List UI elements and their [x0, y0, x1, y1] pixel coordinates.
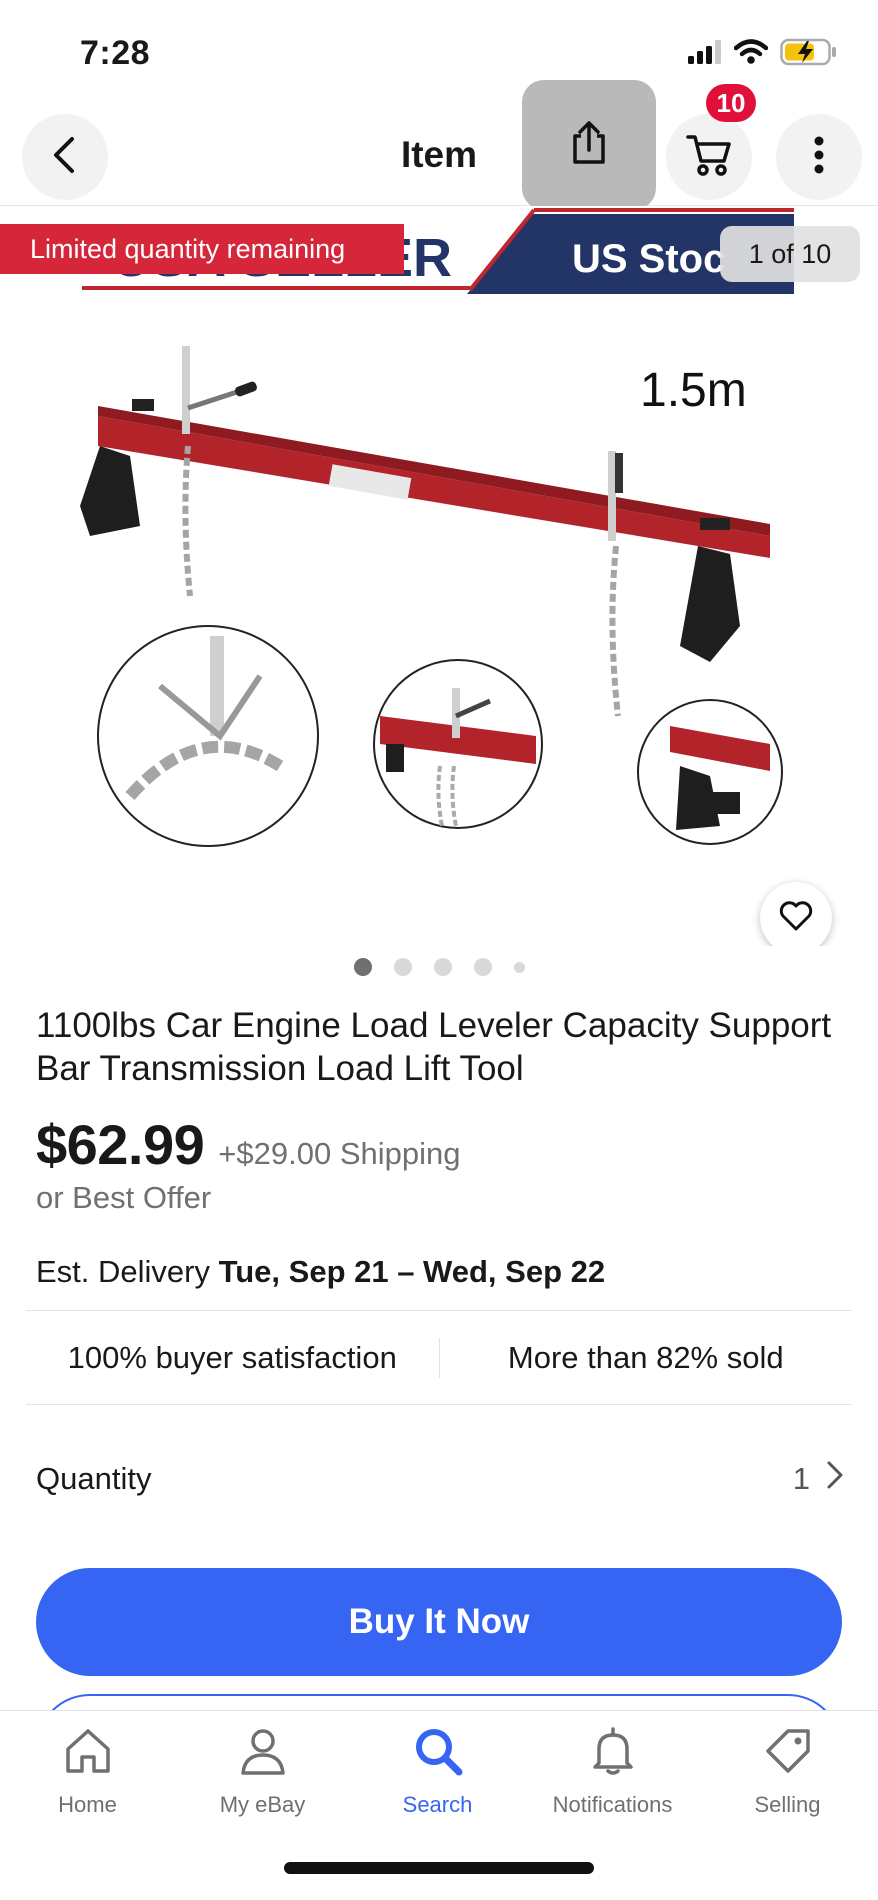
banner-text: US Stoc [572, 237, 725, 281]
cart-button[interactable] [666, 114, 752, 200]
price-row: $62.99 +$29.00 Shipping [36, 1112, 460, 1177]
dimension-label: 1.5m [640, 364, 747, 417]
tab-home[interactable]: Home [0, 1725, 175, 1818]
seller-stats: 100% buyer satisfaction More than 82% so… [26, 1312, 852, 1404]
more-options-button[interactable] [776, 114, 862, 200]
tab-notifications[interactable]: Notifications [525, 1725, 700, 1818]
image-counter: 1 of 10 [720, 226, 860, 282]
item-price: $62.99 [36, 1113, 205, 1176]
carousel-dot[interactable] [433, 958, 452, 976]
status-icons [688, 38, 838, 71]
search-icon [412, 1725, 464, 1782]
carousel-dot[interactable] [353, 958, 372, 976]
share-button[interactable] [522, 80, 656, 210]
more-icon [813, 136, 825, 179]
carousel-dot[interactable] [393, 958, 412, 976]
cart-count-badge: 10 [706, 84, 756, 122]
delivery-dates: Tue, Sep 21 – Wed, Sep 22 [218, 1254, 606, 1289]
stat-buyer-satisfaction: 100% buyer satisfaction [67, 1340, 397, 1375]
status-bar: 7:28 [0, 0, 878, 100]
carousel-dot[interactable] [513, 961, 525, 973]
wifi-icon [733, 39, 769, 70]
tab-selling[interactable]: Selling [700, 1725, 875, 1818]
tab-label: Selling [754, 1792, 821, 1817]
status-time: 7:28 [80, 34, 151, 72]
person-icon [237, 1725, 289, 1782]
limited-quantity-badge: Limited quantity remaining [0, 224, 404, 274]
quantity-selector[interactable]: Quantity 1 [36, 1460, 844, 1498]
shipping-cost: +$29.00 Shipping [218, 1136, 461, 1171]
share-icon [569, 120, 609, 171]
image-carousel[interactable]: USA SELLER US Stoc Limited quantity rema… [0, 206, 878, 946]
quantity-value-group[interactable]: 1 [793, 1460, 844, 1498]
tab-label: Home [58, 1792, 117, 1817]
product-image: 1.5m [80, 346, 783, 847]
chevron-right-icon [826, 1460, 844, 1498]
home-indicator [284, 1862, 594, 1874]
carousel-dot[interactable] [473, 958, 492, 976]
tab-my-ebay[interactable]: My eBay [175, 1725, 350, 1818]
quantity-label: Quantity [36, 1461, 152, 1496]
quantity-value: 1 [792, 1461, 810, 1496]
item-title: 1100lbs Car Engine Load Leveler Capacity… [36, 1006, 832, 1088]
tab-label: My eBay [219, 1792, 306, 1817]
buy-it-now-button[interactable]: Buy It Now [36, 1568, 842, 1676]
tab-search[interactable]: Search [350, 1725, 525, 1818]
nav-bar: Item 10 [0, 80, 878, 210]
divider [26, 1404, 852, 1405]
watch-button[interactable] [760, 882, 832, 946]
signal-icon [688, 40, 722, 69]
battery-charging-icon [780, 38, 838, 71]
tab-label: Notifications [552, 1792, 673, 1817]
divider [26, 1310, 852, 1311]
home-icon [62, 1725, 114, 1782]
estimated-delivery: Est. Delivery Tue, Sep 21 – Wed, Sep 22 [36, 1254, 605, 1290]
tag-icon [762, 1725, 814, 1782]
carousel-dots [0, 958, 878, 976]
cart-icon [686, 133, 732, 182]
tab-label: Search [402, 1792, 473, 1817]
best-offer-label: or Best Offer [36, 1180, 212, 1215]
stat-sold: More than 82% sold [507, 1340, 784, 1375]
delivery-prefix: Est. Delivery [36, 1254, 210, 1289]
bell-icon [587, 1725, 639, 1782]
heart-icon [778, 900, 814, 937]
